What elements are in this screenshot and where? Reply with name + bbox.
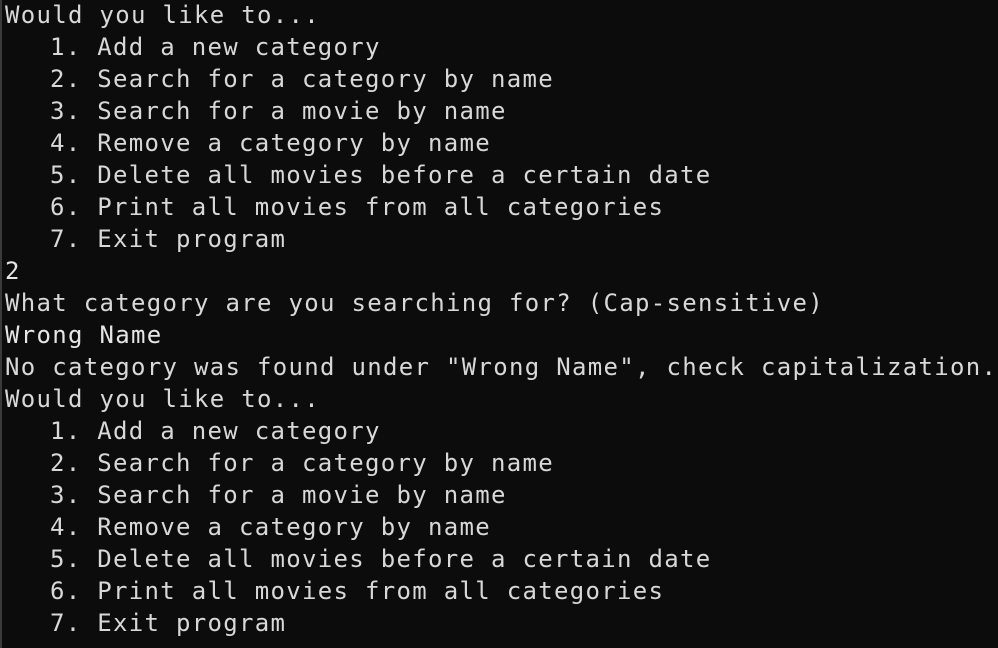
menu-option-delete-movies: 5. Delete all movies before a certain da… bbox=[50, 545, 712, 573]
console-window[interactable]: Would you like to... 1. Add a new catego… bbox=[0, 0, 998, 648]
menu-option-add-category: 1. Add a new category bbox=[50, 417, 381, 445]
menu-option-search-movie: 3. Search for a movie by name bbox=[50, 97, 507, 125]
menu-option-search-category: 2. Search for a category by name bbox=[50, 449, 554, 477]
menu-option-remove-category: 4. Remove a category by name bbox=[50, 513, 491, 541]
user-input-line: 2 bbox=[5, 257, 21, 285]
prompt-line: Would you like to... bbox=[5, 1, 320, 29]
menu-option-add-category: 1. Add a new category bbox=[50, 33, 381, 61]
menu-option-search-category: 2. Search for a category by name bbox=[50, 65, 554, 93]
user-input-line: Wrong Name bbox=[5, 321, 163, 349]
menu-option-remove-category: 4. Remove a category by name bbox=[50, 129, 491, 157]
menu-option-print-movies: 6. Print all movies from all categories bbox=[50, 193, 665, 221]
menu-option-search-movie: 3. Search for a movie by name bbox=[50, 481, 507, 509]
menu-option-delete-movies: 5. Delete all movies before a certain da… bbox=[50, 161, 712, 189]
menu-option-exit: 7. Exit program bbox=[50, 225, 287, 253]
menu-option-print-movies: 6. Print all movies from all categories bbox=[50, 577, 665, 605]
prompt-line: What category are you searching for? (Ca… bbox=[5, 289, 824, 317]
menu-option-exit: 7. Exit program bbox=[50, 609, 287, 637]
output-line: No category was found under "Wrong Name"… bbox=[5, 353, 998, 381]
prompt-line: Would you like to... bbox=[5, 385, 320, 413]
